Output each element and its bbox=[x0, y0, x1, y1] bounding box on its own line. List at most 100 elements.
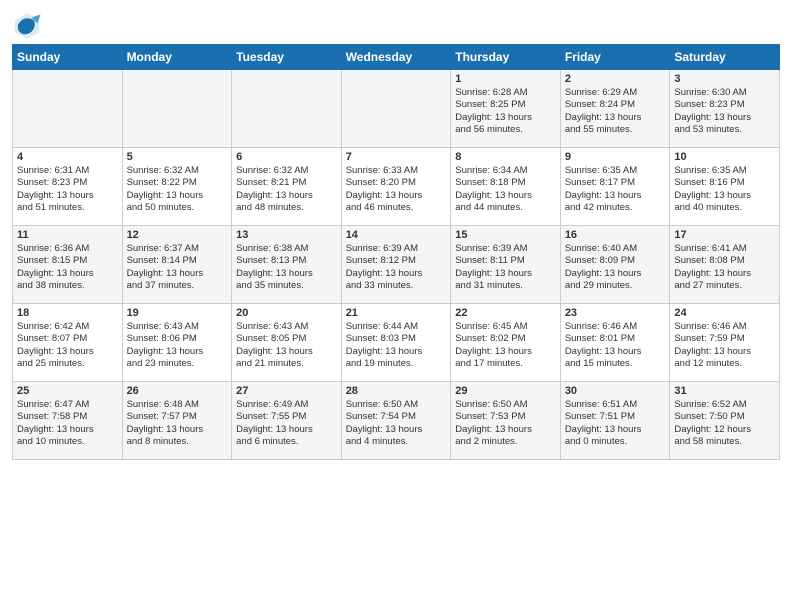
day-info: and 27 minutes. bbox=[674, 280, 775, 292]
day-info: and 25 minutes. bbox=[17, 358, 118, 370]
day-info: Sunset: 7:50 PM bbox=[674, 411, 775, 423]
day-info: Sunset: 8:07 PM bbox=[17, 333, 118, 345]
calendar-week-row: 1Sunrise: 6:28 AMSunset: 8:25 PMDaylight… bbox=[13, 70, 780, 148]
day-info: and 53 minutes. bbox=[674, 124, 775, 136]
day-info: Sunset: 8:18 PM bbox=[455, 177, 556, 189]
weekday-header: Sunday bbox=[13, 45, 123, 70]
day-info: Sunrise: 6:35 AM bbox=[674, 165, 775, 177]
day-info: and 56 minutes. bbox=[455, 124, 556, 136]
logo-icon bbox=[12, 10, 42, 40]
day-info: Daylight: 13 hours bbox=[674, 190, 775, 202]
calendar-cell: 17Sunrise: 6:41 AMSunset: 8:08 PMDayligh… bbox=[670, 226, 780, 304]
day-info: Daylight: 13 hours bbox=[236, 424, 337, 436]
day-info: Sunset: 8:03 PM bbox=[346, 333, 447, 345]
logo bbox=[12, 10, 46, 40]
calendar-cell: 15Sunrise: 6:39 AMSunset: 8:11 PMDayligh… bbox=[451, 226, 561, 304]
calendar-cell: 19Sunrise: 6:43 AMSunset: 8:06 PMDayligh… bbox=[122, 304, 232, 382]
day-info: Daylight: 13 hours bbox=[127, 346, 228, 358]
calendar-cell: 7Sunrise: 6:33 AMSunset: 8:20 PMDaylight… bbox=[341, 148, 451, 226]
day-info: Daylight: 13 hours bbox=[455, 190, 556, 202]
day-info: Sunset: 8:23 PM bbox=[17, 177, 118, 189]
day-info: and 6 minutes. bbox=[236, 436, 337, 448]
calendar-cell: 12Sunrise: 6:37 AMSunset: 8:14 PMDayligh… bbox=[122, 226, 232, 304]
day-info: Sunrise: 6:35 AM bbox=[565, 165, 666, 177]
day-number: 2 bbox=[565, 73, 666, 85]
day-info: Sunrise: 6:31 AM bbox=[17, 165, 118, 177]
day-number: 31 bbox=[674, 385, 775, 397]
calendar-cell: 27Sunrise: 6:49 AMSunset: 7:55 PMDayligh… bbox=[232, 382, 342, 460]
day-info: Sunrise: 6:36 AM bbox=[17, 243, 118, 255]
day-number: 3 bbox=[674, 73, 775, 85]
day-info: Sunset: 8:24 PM bbox=[565, 99, 666, 111]
day-info: Sunset: 8:13 PM bbox=[236, 255, 337, 267]
day-info: and 15 minutes. bbox=[565, 358, 666, 370]
day-number: 12 bbox=[127, 229, 228, 241]
day-info: Daylight: 13 hours bbox=[565, 424, 666, 436]
day-info: Sunrise: 6:29 AM bbox=[565, 87, 666, 99]
day-info: Sunset: 8:21 PM bbox=[236, 177, 337, 189]
day-info: Daylight: 13 hours bbox=[346, 190, 447, 202]
calendar-cell: 21Sunrise: 6:44 AMSunset: 8:03 PMDayligh… bbox=[341, 304, 451, 382]
calendar-cell bbox=[122, 70, 232, 148]
day-info: Daylight: 13 hours bbox=[236, 346, 337, 358]
day-info: Sunrise: 6:50 AM bbox=[346, 399, 447, 411]
day-info: Sunset: 8:05 PM bbox=[236, 333, 337, 345]
weekday-header: Tuesday bbox=[232, 45, 342, 70]
calendar-week-row: 18Sunrise: 6:42 AMSunset: 8:07 PMDayligh… bbox=[13, 304, 780, 382]
calendar-cell: 30Sunrise: 6:51 AMSunset: 7:51 PMDayligh… bbox=[560, 382, 670, 460]
day-number: 13 bbox=[236, 229, 337, 241]
calendar-cell bbox=[13, 70, 123, 148]
day-info: Sunrise: 6:46 AM bbox=[674, 321, 775, 333]
day-number: 1 bbox=[455, 73, 556, 85]
day-info: and 10 minutes. bbox=[17, 436, 118, 448]
day-info: Sunrise: 6:42 AM bbox=[17, 321, 118, 333]
calendar-week-row: 11Sunrise: 6:36 AMSunset: 8:15 PMDayligh… bbox=[13, 226, 780, 304]
day-info: and 4 minutes. bbox=[346, 436, 447, 448]
calendar-cell: 26Sunrise: 6:48 AMSunset: 7:57 PMDayligh… bbox=[122, 382, 232, 460]
day-info: and 50 minutes. bbox=[127, 202, 228, 214]
header bbox=[12, 10, 780, 40]
calendar-cell: 4Sunrise: 6:31 AMSunset: 8:23 PMDaylight… bbox=[13, 148, 123, 226]
day-info: and 23 minutes. bbox=[127, 358, 228, 370]
calendar-cell: 1Sunrise: 6:28 AMSunset: 8:25 PMDaylight… bbox=[451, 70, 561, 148]
day-info: Sunrise: 6:39 AM bbox=[346, 243, 447, 255]
day-info: Sunrise: 6:47 AM bbox=[17, 399, 118, 411]
calendar-table: SundayMondayTuesdayWednesdayThursdayFrid… bbox=[12, 44, 780, 460]
day-info: Sunrise: 6:43 AM bbox=[127, 321, 228, 333]
day-info: and 40 minutes. bbox=[674, 202, 775, 214]
day-number: 9 bbox=[565, 151, 666, 163]
calendar-cell: 11Sunrise: 6:36 AMSunset: 8:15 PMDayligh… bbox=[13, 226, 123, 304]
weekday-header: Thursday bbox=[451, 45, 561, 70]
day-info: and 58 minutes. bbox=[674, 436, 775, 448]
day-info: Sunset: 8:12 PM bbox=[346, 255, 447, 267]
calendar-cell: 22Sunrise: 6:45 AMSunset: 8:02 PMDayligh… bbox=[451, 304, 561, 382]
day-number: 20 bbox=[236, 307, 337, 319]
day-info: and 44 minutes. bbox=[455, 202, 556, 214]
day-info: Daylight: 13 hours bbox=[127, 424, 228, 436]
day-info: and 38 minutes. bbox=[17, 280, 118, 292]
day-info: Daylight: 13 hours bbox=[455, 424, 556, 436]
day-info: Sunrise: 6:49 AM bbox=[236, 399, 337, 411]
day-info: Daylight: 13 hours bbox=[565, 190, 666, 202]
day-info: Daylight: 13 hours bbox=[674, 346, 775, 358]
day-info: Daylight: 13 hours bbox=[17, 346, 118, 358]
calendar-cell: 29Sunrise: 6:50 AMSunset: 7:53 PMDayligh… bbox=[451, 382, 561, 460]
day-info: Daylight: 13 hours bbox=[565, 268, 666, 280]
day-info: Sunrise: 6:37 AM bbox=[127, 243, 228, 255]
day-info: Sunrise: 6:48 AM bbox=[127, 399, 228, 411]
day-info: and 35 minutes. bbox=[236, 280, 337, 292]
day-number: 16 bbox=[565, 229, 666, 241]
day-info: Sunrise: 6:33 AM bbox=[346, 165, 447, 177]
day-info: and 17 minutes. bbox=[455, 358, 556, 370]
calendar-cell: 14Sunrise: 6:39 AMSunset: 8:12 PMDayligh… bbox=[341, 226, 451, 304]
day-number: 28 bbox=[346, 385, 447, 397]
day-info: Sunset: 7:53 PM bbox=[455, 411, 556, 423]
day-info: Sunrise: 6:30 AM bbox=[674, 87, 775, 99]
day-number: 26 bbox=[127, 385, 228, 397]
day-info: Sunrise: 6:44 AM bbox=[346, 321, 447, 333]
calendar-cell bbox=[232, 70, 342, 148]
day-info: Daylight: 13 hours bbox=[674, 268, 775, 280]
day-info: Daylight: 13 hours bbox=[455, 112, 556, 124]
calendar-container: SundayMondayTuesdayWednesdayThursdayFrid… bbox=[0, 0, 792, 468]
day-number: 8 bbox=[455, 151, 556, 163]
